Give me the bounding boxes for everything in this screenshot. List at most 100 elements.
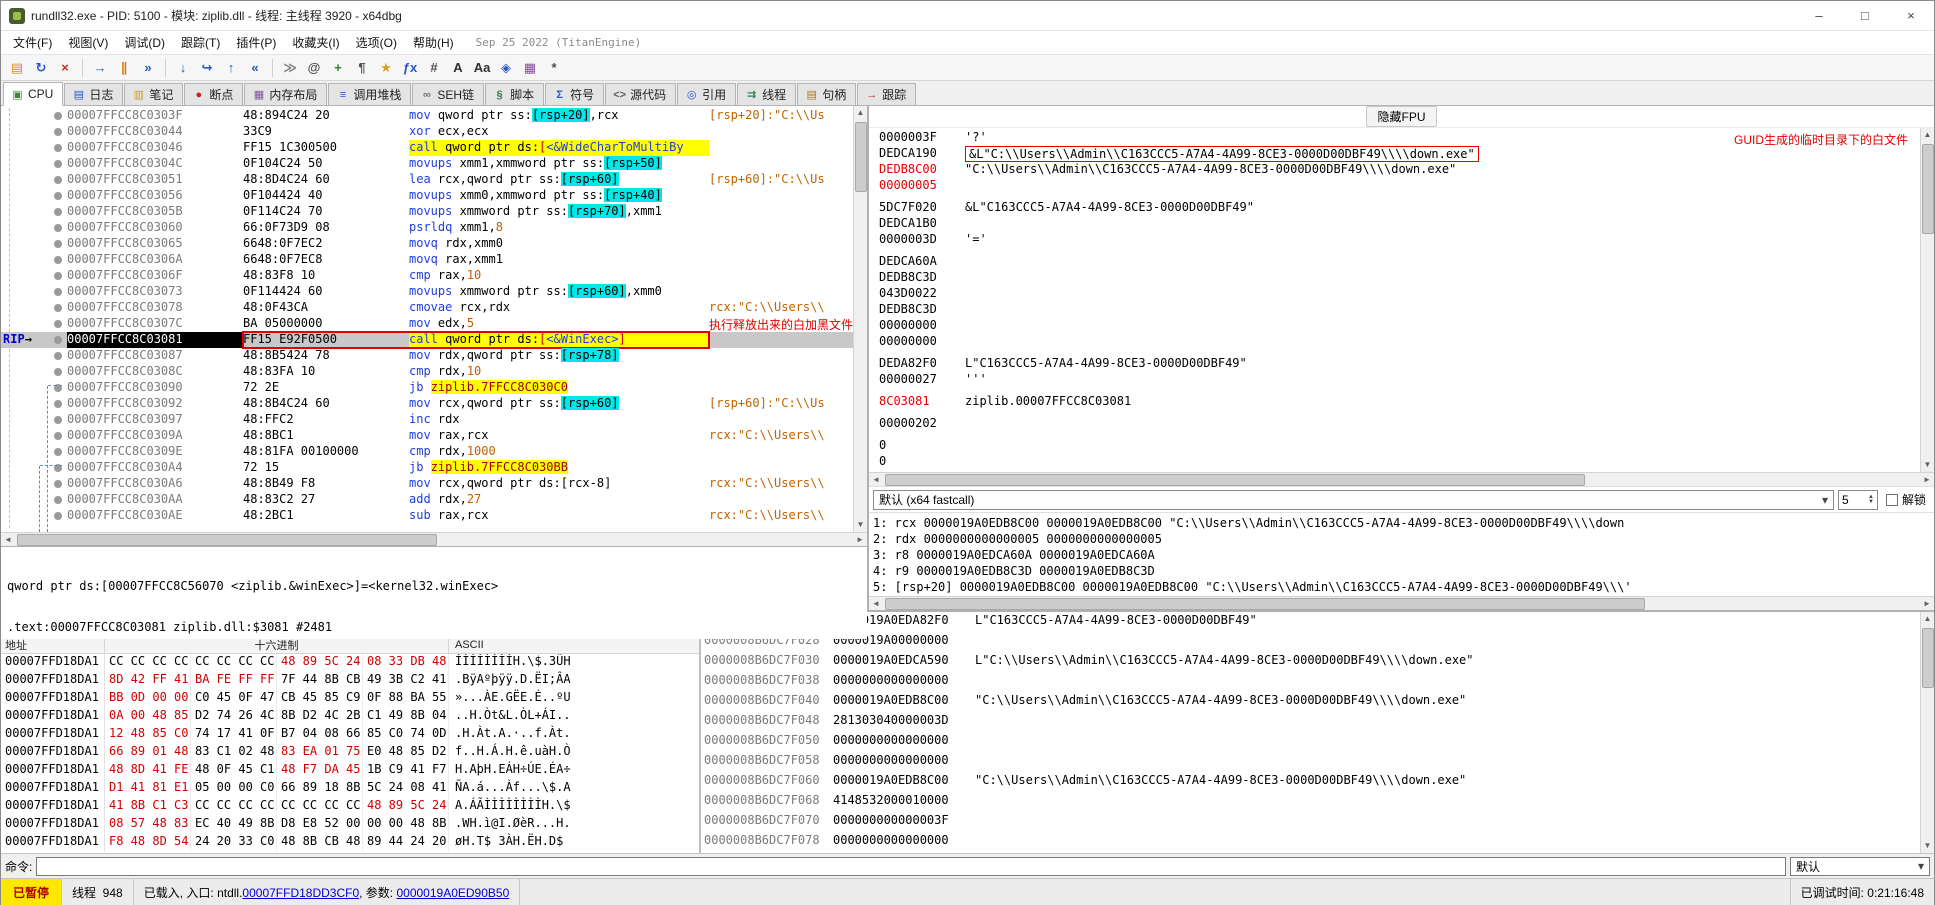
menu-item-debug[interactable]: 调试(D): [116, 33, 173, 53]
scroll-up-icon[interactable]: [854, 106, 868, 120]
favourites-icon[interactable]: ★: [375, 58, 397, 78]
disasm-row[interactable]: 00007FFCC8C03060 66:0F73D9 08 psrldq xmm1,…: [1, 220, 853, 236]
breakpoint-dot[interactable]: [54, 400, 62, 408]
breakpoint-dot[interactable]: [54, 480, 62, 488]
fx-icon[interactable]: ƒx: [399, 58, 421, 78]
stack-row[interactable]: 0000008B6DC7F050 0000000000000000: [701, 733, 1920, 753]
scrollbar-thumb[interactable]: [885, 473, 1585, 486]
run-icon[interactable]: →: [89, 58, 111, 78]
breakpoint-dot[interactable]: [54, 256, 62, 264]
pause-icon[interactable]: ∥: [113, 58, 135, 78]
register-row[interactable]: 043D0022: [879, 286, 1920, 302]
execute-till-return-icon[interactable]: «: [244, 58, 266, 78]
disasm-row[interactable]: 00007FFCC8C03051 48:8D4C24 60 lea rcx,qwor…: [1, 172, 853, 188]
assemble-icon[interactable]: A: [447, 58, 469, 78]
memory-row[interactable]: 00007FFD18DA1 12 48 85 C0 74 17 41 0F B7 04…: [1, 726, 699, 744]
disasm-row[interactable]: 00007FFCC8C03092 48:8B4C24 60 mov rcx,qwor…: [1, 396, 853, 412]
attach-icon[interactable]: @: [303, 58, 325, 78]
menu-item-help[interactable]: 帮助(H): [405, 33, 462, 53]
scroll-right-icon[interactable]: [853, 533, 867, 547]
registers-scrollbar[interactable]: [1920, 128, 1934, 472]
register-row[interactable]: DEDCA1B0: [879, 216, 1920, 232]
minimize-button[interactable]: –: [1796, 1, 1842, 30]
memory-row[interactable]: 00007FFD18DA1 F8 48 8D 54 24 20 33 C0 48 8B…: [1, 834, 699, 852]
breakpoint-dot[interactable]: [54, 288, 62, 296]
disasm-row[interactable]: 00007FFCC8C03046 FF15 1C300500 call qword …: [1, 140, 853, 156]
register-row[interactable]: 5DC7F020 &L"C163CCC5-A7A4-4A99-8CE3-0000D…: [879, 200, 1920, 216]
memory-row[interactable]: 00007FFD18DA1 8D 42 FF 41 BA FE FF FF 7F 44…: [1, 672, 699, 690]
disasm-row[interactable]: 00007FFCC8C03087 48:8B5424 78 mov rdx,qwor…: [1, 348, 853, 364]
breakpoint-dot[interactable]: [54, 432, 62, 440]
breakpoint-dot[interactable]: [54, 416, 62, 424]
breakpoint-dot[interactable]: [54, 512, 62, 520]
breakpoint-dot[interactable]: [54, 336, 62, 344]
maximize-button[interactable]: □: [1842, 1, 1888, 30]
register-row[interactable]: 0: [879, 438, 1920, 454]
scroll-down-icon[interactable]: [1921, 839, 1935, 853]
stack-row[interactable]: 0000008B6DC7F040 0000019A0EDB8C00 "C:\\Use…: [701, 693, 1920, 713]
tab-handles[interactable]: ▤ 句柄: [797, 83, 857, 105]
scrollbar-thumb[interactable]: [1921, 628, 1934, 688]
disassembly-hscrollbar[interactable]: [1, 532, 867, 546]
register-row[interactable]: DEDB8C3D: [879, 302, 1920, 318]
breakpoint-dot[interactable]: [54, 144, 62, 152]
register-row[interactable]: 00000027 ''': [879, 372, 1920, 388]
disasm-row[interactable]: 00007FFCC8C0307C BA 05000000 mov edx,5 执行释放…: [1, 316, 853, 332]
tab-source[interactable]: <> 源代码: [605, 83, 677, 105]
scrollbar-thumb[interactable]: [885, 597, 1645, 610]
register-row[interactable]: 00000000: [879, 334, 1920, 350]
register-row[interactable]: 0000003D '=': [879, 232, 1920, 248]
tab-memory-map[interactable]: ▦ 内存布局: [244, 83, 328, 105]
menu-item-trace[interactable]: 跟踪(T): [173, 33, 228, 53]
argument-row[interactable]: 1: rcx 0000019A0EDB8C00 0000019A0EDB8C00…: [873, 515, 1930, 531]
stack-row[interactable]: 0000008B6DC7F058 0000000000000000: [701, 753, 1920, 773]
entry-point-link[interactable]: 00007FFD18DD3CF0: [242, 886, 359, 900]
close-button[interactable]: ×: [1888, 1, 1934, 30]
tab-notes[interactable]: ▥ 笔记: [124, 83, 184, 105]
registers-hscrollbar[interactable]: [869, 472, 1934, 486]
disasm-row[interactable]: 00007FFCC8C03065 6648:0F7EC2 movq rdx,xmm0: [1, 236, 853, 252]
breakpoint-dot[interactable]: [54, 320, 62, 328]
disasm-row[interactable]: 00007FFCC8C03044 33C9 xor ecx,ecx: [1, 124, 853, 140]
disasm-row[interactable]: 00007FFCC8C0303F 48:894C24 20 mov qword pt…: [1, 108, 853, 124]
calculator-icon[interactable]: #: [423, 58, 445, 78]
memory-row[interactable]: 00007FFD18DA1 48 8D 41 FE 48 0F 45 C1 48 F7…: [1, 762, 699, 780]
register-row[interactable]: DEDB8C3D: [879, 270, 1920, 286]
breakpoint-dot[interactable]: [54, 352, 62, 360]
unlock-checkbox[interactable]: [1885, 493, 1898, 506]
memory-row[interactable]: 00007FFD18DA1 D1 41 81 E1 05 00 00 C0 66 89…: [1, 780, 699, 798]
memory-row[interactable]: 00007FFD18DA1 0A 00 48 85 D2 74 26 4C 8B D2…: [1, 708, 699, 726]
disasm-row[interactable]: 00007FFCC8C030AE 48:2BC1 sub rax,rcx rcx:"C…: [1, 508, 853, 524]
memory-row[interactable]: 00007FFD18DA1 41 8B C1 C3 CC CC CC CC CC CC…: [1, 798, 699, 816]
spinner-arrows-icon[interactable]: [1868, 495, 1874, 505]
trace-icon[interactable]: ≫: [279, 58, 301, 78]
disasm-row[interactable]: RIP→ 00007FFCC8C03081 FF15 E92F0500 call qw…: [1, 331, 853, 349]
stack-row[interactable]: 0000008B6DC7F068 4148532000010000: [701, 793, 1920, 813]
scrollbar-thumb[interactable]: [854, 122, 867, 192]
tab-log[interactable]: ▤ 日志: [64, 83, 124, 105]
breakpoint-dot[interactable]: [54, 368, 62, 376]
memory-map-icon[interactable]: ▦: [519, 58, 541, 78]
graph-icon[interactable]: ◈: [495, 58, 517, 78]
menu-item-plugins[interactable]: 插件(P): [228, 33, 284, 53]
argument-row[interactable]: 5: [rsp+20] 0000019A0EDB8C00 0000019A0ED…: [873, 579, 1930, 595]
breakpoint-dot[interactable]: [54, 208, 62, 216]
tab-seh[interactable]: ∞ SEH链: [412, 83, 485, 105]
disasm-row[interactable]: 00007FFCC8C0309A 48:8BC1 mov rax,rcx rcx:"C…: [1, 428, 853, 444]
calling-convention-select[interactable]: 默认 (x64 fastcall): [873, 489, 1834, 510]
breakpoint-dot[interactable]: [54, 304, 62, 312]
tab-symbols[interactable]: Σ 符号: [545, 83, 605, 105]
breakpoint-dot[interactable]: [54, 128, 62, 136]
stack-scrollbar[interactable]: [1920, 612, 1934, 853]
argument-row[interactable]: 4: r9 0000019A0EDB8C3D 0000019A0EDB8C3D: [873, 563, 1930, 579]
register-row[interactable]: DEDCA60A: [879, 254, 1920, 270]
breakpoint-dot[interactable]: [54, 272, 62, 280]
breakpoint-dot[interactable]: [54, 112, 62, 120]
register-row[interactable]: DEDA82F0 L"C163CCC5-A7A4-4A99-8CE3-0000D0…: [879, 356, 1920, 372]
scroll-left-icon[interactable]: [869, 473, 883, 487]
disassembly-scrollbar[interactable]: [853, 106, 867, 532]
disasm-row[interactable]: 00007FFCC8C03097 48:FFC2 inc rdx: [1, 412, 853, 428]
parameter-link[interactable]: 0000019A0ED90B50: [396, 886, 509, 900]
disasm-row[interactable]: 00007FFCC8C030A4 72 15 jb ziplib.7FFCC8C03…: [1, 460, 853, 476]
disasm-row[interactable]: 00007FFCC8C0306F 48:83F8 10 cmp rax,10: [1, 268, 853, 284]
